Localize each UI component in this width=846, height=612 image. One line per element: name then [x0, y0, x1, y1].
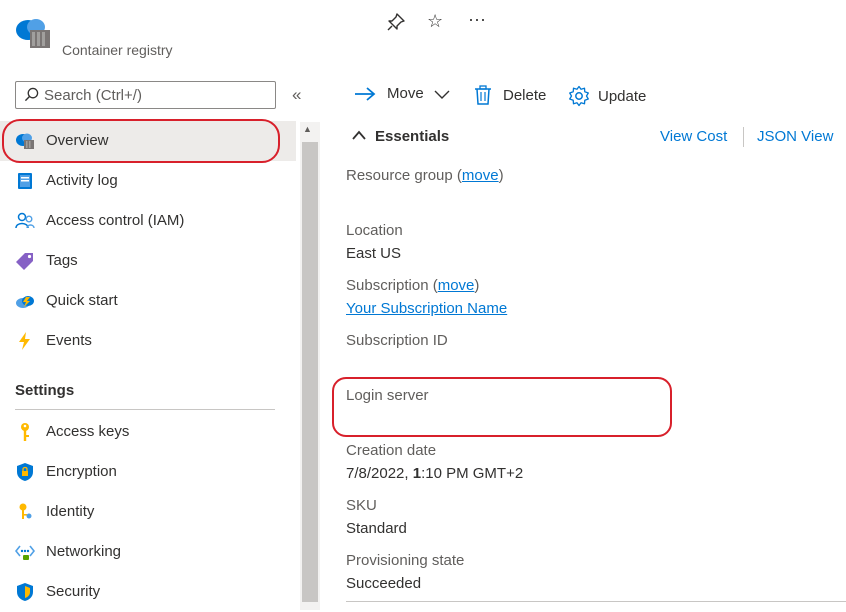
sidebar-item-access-keys[interactable]: Access keys [0, 412, 296, 452]
sidebar-item-tags[interactable]: Tags [0, 241, 296, 281]
sidebar-item-networking[interactable]: Networking [0, 532, 296, 572]
sidebar-item-label: Tags [46, 252, 78, 269]
trash-icon [474, 85, 492, 105]
sidebar-item-label: Access control (IAM) [46, 212, 184, 229]
update-button[interactable]: Update [568, 85, 646, 107]
activity-log-icon [15, 171, 35, 191]
move-label: Move [387, 85, 424, 102]
search-input[interactable] [44, 84, 264, 106]
resource-group-move-link[interactable]: move [462, 167, 499, 184]
sidebar-item-label: Networking [46, 543, 121, 560]
sidebar-item-label: Activity log [46, 172, 118, 189]
overview-highlight-outline [2, 119, 280, 163]
sidebar-scrollbar-thumb[interactable] [302, 142, 318, 602]
delete-button[interactable]: Delete [474, 85, 546, 105]
sidebar-item-label: Events [46, 332, 92, 349]
more-icon[interactable]: ··· [468, 8, 486, 30]
sidebar-item-identity[interactable]: Identity [0, 492, 296, 532]
sidebar-item-label: Encryption [46, 463, 117, 480]
sidebar-item-label: Security [46, 583, 100, 600]
settings-divider [15, 409, 275, 410]
gear-icon [568, 85, 590, 107]
creation-date-value: 7/8/2022, 1:10 PM GMT+2 [346, 465, 523, 482]
star-icon[interactable]: ☆ [427, 10, 443, 32]
creation-date-hour: 1 [413, 465, 421, 482]
search-icon [24, 87, 39, 102]
people-icon [15, 211, 35, 231]
sidebar-item-label: Quick start [46, 292, 118, 309]
sidebar-item-label: Access keys [46, 423, 129, 440]
arrow-right-icon [354, 86, 376, 102]
subscription-name-link[interactable]: Your Subscription Name [346, 300, 507, 317]
resource-type-subtitle: Container registry [62, 42, 173, 58]
location-value: East US [346, 245, 401, 262]
sidebar-item-security[interactable]: Security [0, 572, 296, 612]
sidebar-item-encryption[interactable]: Encryption [0, 452, 296, 492]
subscription-move-link[interactable]: move [438, 277, 475, 294]
sidebar-item-access-control[interactable]: Access control (IAM) [0, 201, 296, 241]
resource-group-field-label: Resource group (move) [346, 167, 504, 184]
settings-section-header: Settings [15, 382, 74, 399]
chevron-down-icon [434, 88, 450, 100]
security-shield-icon [15, 582, 35, 602]
creation-date-label: Creation date [346, 442, 436, 459]
sidebar-item-label: Identity [46, 503, 94, 520]
sidebar-item-activity-log[interactable]: Activity log [0, 161, 296, 201]
sidebar-item-events[interactable]: Events [0, 321, 296, 361]
view-cost-link[interactable]: View Cost [660, 128, 727, 145]
tag-icon [15, 251, 35, 271]
lightning-icon [15, 331, 35, 351]
pin-icon[interactable] [386, 12, 406, 32]
sidebar-item-quick-start[interactable]: Quick start [0, 281, 296, 321]
scroll-up-arrow-icon[interactable]: ▲ [303, 124, 312, 134]
collapse-menu-icon[interactable]: « [292, 85, 301, 105]
quickstart-cloud-icon [15, 291, 35, 311]
container-registry-logo-icon [14, 16, 52, 50]
identity-key-icon [15, 502, 35, 522]
key-icon [15, 422, 35, 442]
delete-label: Delete [503, 87, 546, 104]
networking-icon [15, 542, 35, 562]
sku-label: SKU [346, 497, 377, 514]
subscription-label: Subscription [346, 277, 429, 294]
creation-date-part: 7/8/2022, [346, 465, 413, 482]
update-label: Update [598, 88, 646, 105]
essentials-header[interactable]: Essentials [375, 128, 449, 145]
resource-group-label: Resource group [346, 167, 453, 184]
provisioning-state-label: Provisioning state [346, 552, 464, 569]
provisioning-state-value: Succeeded [346, 575, 421, 592]
json-view-link[interactable]: JSON View [757, 128, 833, 145]
header-separator [743, 127, 744, 147]
creation-date-part: :10 PM GMT+2 [421, 465, 523, 482]
shield-icon [15, 462, 35, 482]
paren-close: ) [474, 277, 479, 294]
subscription-field-label: Subscription (move) [346, 277, 479, 294]
essentials-bottom-divider [346, 601, 846, 602]
move-button[interactable]: Move [354, 85, 450, 102]
location-label: Location [346, 222, 403, 239]
search-box[interactable] [15, 81, 276, 109]
chevron-up-icon[interactable] [352, 130, 366, 140]
sku-value: Standard [346, 520, 407, 537]
login-server-highlight-outline [332, 377, 672, 437]
subscription-id-label: Subscription ID [346, 332, 448, 349]
paren-close: ) [499, 167, 504, 184]
